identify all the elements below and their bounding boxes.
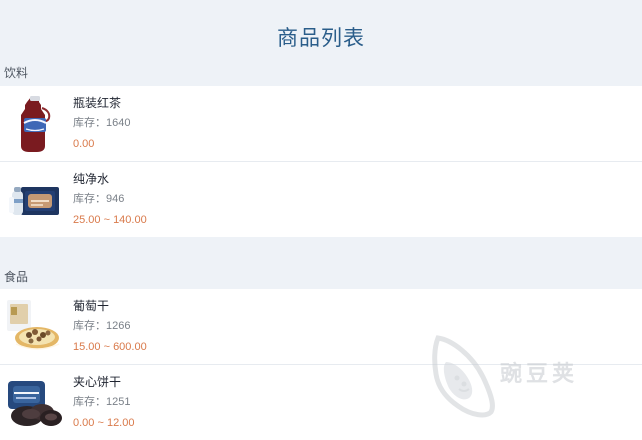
product-stock: 库存：1640 [73,115,130,131]
product-price: 0.00 ~ 12.00 [73,417,135,429]
cookies-icon [6,373,64,433]
section-header-drinks: 饮料 [4,66,29,80]
stock-value: 946 [106,193,125,205]
product-row-bottled-tea[interactable]: 瓶装红茶 库存：1640 0.00 [0,86,642,161]
product-list-page: 商品列表 饮料 瓶装红茶 库存：1640 0.00 纯净水 库存：946 25.… [0,0,642,440]
section-header-food: 食品 [4,270,29,284]
product-price: 0.00 [73,138,95,150]
water-case-icon [6,170,64,230]
product-name: 夹心饼干 [73,375,122,389]
product-price: 15.00 ~ 600.00 [73,341,147,353]
product-name: 葡萄干 [73,299,110,313]
product-row-water[interactable]: 纯净水 库存：946 25.00 ~ 140.00 [0,161,642,236]
raisins-icon [6,297,64,357]
stock-label: 库存： [73,396,106,408]
product-price: 25.00 ~ 140.00 [73,214,147,226]
stock-value: 1640 [106,117,131,129]
stock-value: 1251 [106,396,131,408]
product-row-cookies[interactable]: 夹心饼干 库存：1251 0.00 ~ 12.00 [0,364,642,439]
product-stock: 库存：1251 [73,394,130,410]
product-stock: 库存：946 [73,191,124,207]
drink-list: 瓶装红茶 库存：1640 0.00 纯净水 库存：946 25.00 ~ 140… [0,86,642,237]
product-row-raisins[interactable]: 葡萄干 库存：1266 15.00 ~ 600.00 [0,289,642,364]
stock-label: 库存： [73,117,106,129]
stock-label: 库存： [73,320,106,332]
product-stock: 库存：1266 [73,318,130,334]
stock-value: 1266 [106,320,131,332]
page-title: 商品列表 [277,27,365,50]
product-name: 瓶装红茶 [73,96,122,110]
bottled-tea-icon [6,94,64,154]
section-gap [0,237,642,265]
product-name: 纯净水 [73,172,110,186]
stock-label: 库存： [73,193,106,205]
food-list: 葡萄干 库存：1266 15.00 ~ 600.00 夹心饼干 库存：1251 … [0,289,642,440]
